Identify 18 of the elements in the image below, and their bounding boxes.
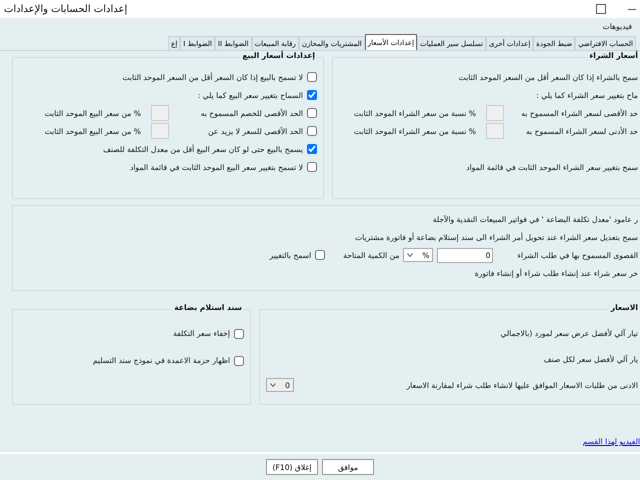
checkbox[interactable] xyxy=(307,90,317,100)
checkbox[interactable] xyxy=(307,126,317,136)
checkbox[interactable] xyxy=(307,162,317,172)
checkbox[interactable] xyxy=(307,108,317,118)
percent-field[interactable] xyxy=(486,123,504,139)
checkbox[interactable] xyxy=(234,328,244,338)
checkbox[interactable] xyxy=(307,144,317,154)
checkbox[interactable] xyxy=(307,72,317,82)
caret-icon xyxy=(270,383,276,387)
caret-icon xyxy=(407,253,414,257)
minimize-icon[interactable] xyxy=(628,8,636,10)
percent-field[interactable] xyxy=(151,105,169,121)
percent-field[interactable] xyxy=(151,123,169,139)
checkbox[interactable] xyxy=(234,356,244,366)
percent-field[interactable] xyxy=(486,105,504,121)
checkbox[interactable] xyxy=(315,250,326,260)
window-title: إعدادات الحسابات والإعدادات xyxy=(4,4,128,14)
maximize-icon[interactable] xyxy=(596,4,606,14)
